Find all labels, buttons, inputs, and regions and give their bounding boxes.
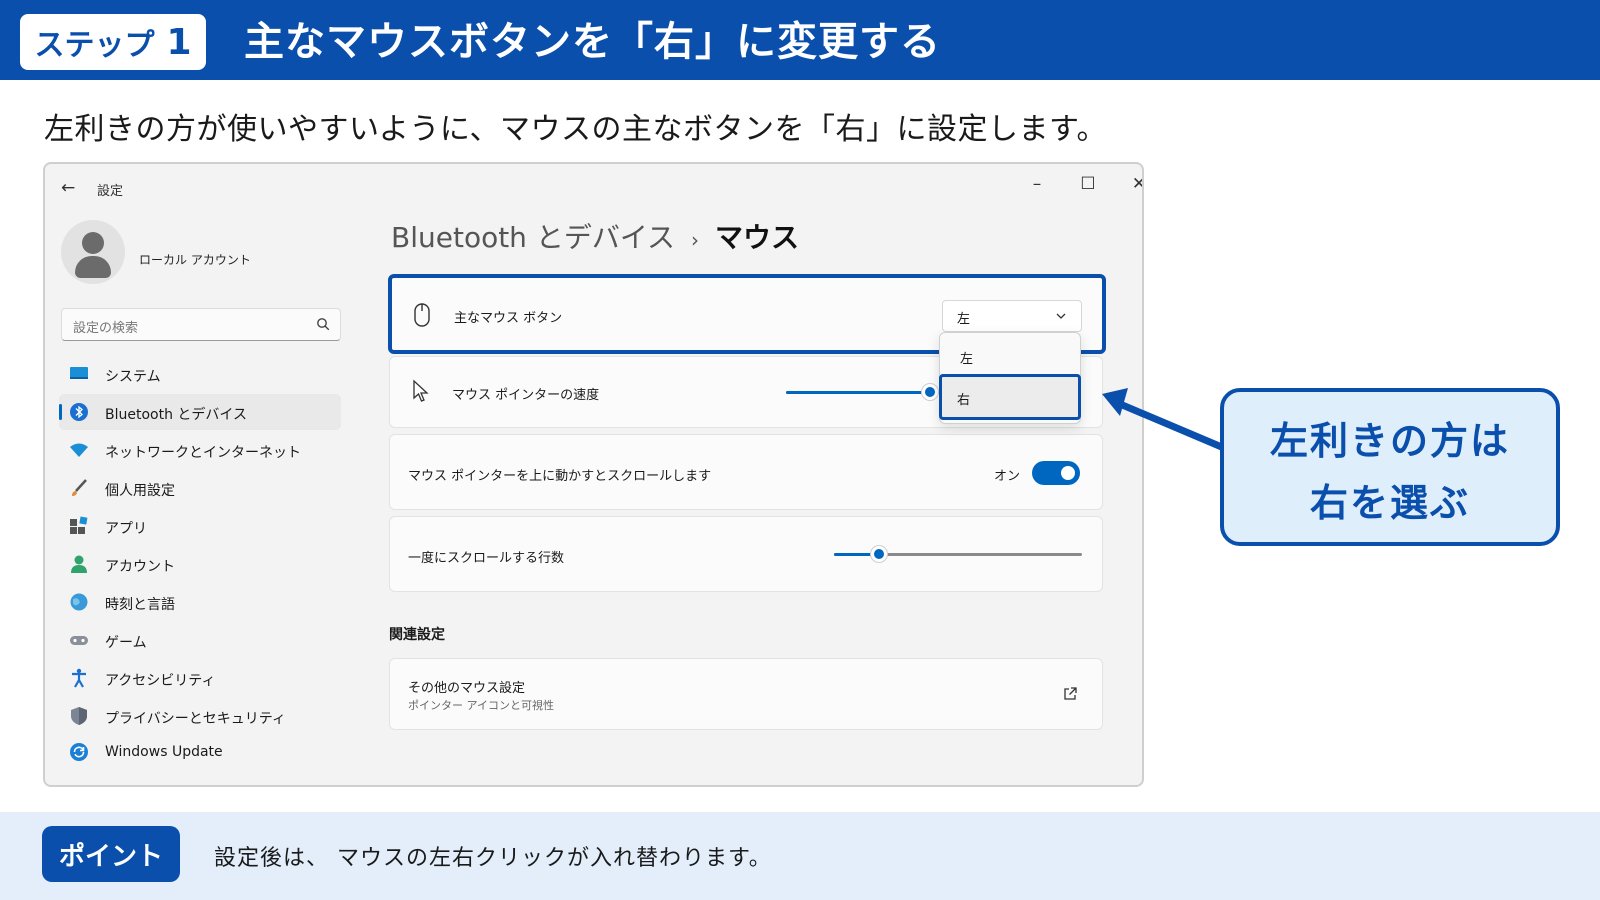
- sidebar-item-gaming[interactable]: ゲーム: [59, 622, 341, 658]
- scroll-lines-slider[interactable]: [871, 546, 887, 562]
- title-bar: ← 設定 – ☐ ✕: [45, 164, 1142, 212]
- pointer-speed-slider[interactable]: [922, 384, 938, 400]
- dropdown-value: 左: [957, 312, 971, 327]
- shield-icon: [71, 707, 87, 725]
- step-badge: ステップ 1: [20, 14, 206, 70]
- page-title: 主なマウスボタンを「右」に変更する: [244, 19, 941, 65]
- scroll-lines-card: 一度にスクロールする行数: [389, 516, 1103, 592]
- search-input[interactable]: 設定の検索: [61, 308, 341, 341]
- point-badge: ポイント: [42, 826, 180, 882]
- apps-icon: [70, 516, 88, 534]
- sidebar-item-apps[interactable]: アプリ: [59, 508, 341, 544]
- sidebar-item-label: Bluetooth とデバイス: [105, 407, 247, 423]
- sidebar-item-system[interactable]: システム: [59, 356, 341, 392]
- option-label: 左: [960, 352, 974, 367]
- callout-arrow: [1102, 388, 1226, 452]
- chevron-down-icon: [1056, 313, 1066, 319]
- intro-text: 左利きの方が使いやすいように、マウスの主なボタンを「右」に設定します。: [44, 112, 1107, 147]
- sidebar-item-label: アプリ: [105, 521, 147, 537]
- more-settings-label: その他のマウス設定: [408, 681, 526, 696]
- sidebar-item-personalization[interactable]: 個人用設定: [59, 470, 341, 506]
- settings-window: ← 設定 – ☐ ✕ ローカル アカウント 設定の検索 システム Bluetoo…: [43, 162, 1144, 787]
- breadcrumb: Bluetooth とデバイス › マウス: [391, 216, 799, 256]
- footer: ポイント 設定後は、 マウスの左右クリックが入れ替わります。: [0, 812, 1600, 900]
- scroll-inactive-toggle[interactable]: [1032, 461, 1080, 485]
- breadcrumb-parent[interactable]: Bluetooth とデバイス: [391, 221, 675, 254]
- sidebar-item-label: アカウント: [105, 559, 175, 575]
- toggle-state-label: オン: [994, 469, 1021, 484]
- scroll-lines-label: 一度にスクロールする行数: [408, 551, 565, 566]
- pointer-icon: [413, 379, 429, 402]
- account-name: ローカル アカウント: [139, 253, 251, 267]
- sidebar-item-privacy[interactable]: プライバシーとセキュリティ: [59, 698, 341, 734]
- mouse-icon: [414, 303, 430, 327]
- sidebar-item-accounts[interactable]: アカウント: [59, 546, 341, 582]
- close-button[interactable]: ✕: [1119, 170, 1142, 198]
- pointer-speed-label: マウス ポインターの速度: [452, 388, 600, 403]
- search-placeholder: 設定の検索: [73, 321, 139, 336]
- sidebar-item-bluetooth[interactable]: Bluetooth とデバイス: [59, 394, 341, 430]
- globe-icon: [70, 593, 88, 611]
- primary-button-dropdown[interactable]: 左: [942, 300, 1082, 332]
- sidebar-item-label: Windows Update: [105, 744, 223, 760]
- header-banner: ステップ 1 主なマウスボタンを「右」に変更する: [0, 0, 1600, 80]
- app-title: 設定: [97, 184, 124, 199]
- brush-icon: [72, 479, 87, 496]
- pointer-speed-fill: [786, 391, 930, 394]
- sidebar-item-label: ネットワークとインターネット: [105, 445, 301, 461]
- sidebar-item-label: 時刻と言語: [105, 597, 175, 613]
- search-icon: [317, 318, 330, 331]
- external-link-icon: [1064, 687, 1077, 700]
- step-number: 1: [166, 21, 192, 63]
- accessibility-icon: [72, 668, 86, 688]
- maximize-button[interactable]: ☐: [1068, 170, 1108, 198]
- active-indicator: [59, 404, 62, 420]
- scroll-inactive-label: マウス ポインターを上に動かすとスクロールします: [408, 469, 712, 484]
- sidebar-item-time-language[interactable]: 時刻と言語: [59, 584, 341, 620]
- sidebar-item-label: システム: [105, 369, 161, 385]
- update-icon: [70, 743, 88, 761]
- more-settings-sub: ポインター アイコンと可視性: [408, 699, 554, 712]
- callout-line-2: 右を選ぶ: [1309, 481, 1470, 525]
- avatar: [61, 220, 125, 284]
- minimize-button[interactable]: –: [1017, 170, 1057, 198]
- option-left[interactable]: 左: [944, 337, 1078, 375]
- wifi-icon: [70, 443, 88, 457]
- account-icon: [71, 555, 87, 573]
- scroll-inactive-card: マウス ポインターを上に動かすとスクロールします オン: [389, 434, 1103, 510]
- sidebar-item-label: アクセシビリティ: [105, 673, 216, 689]
- primary-button-label: 主なマウス ボタン: [454, 311, 563, 326]
- more-mouse-settings-card[interactable]: その他のマウス設定 ポインター アイコンと可視性: [389, 658, 1103, 730]
- callout-line-1: 左利きの方は: [1269, 419, 1510, 463]
- back-arrow-icon[interactable]: ←: [61, 178, 75, 198]
- breadcrumb-current: マウス: [715, 221, 800, 254]
- breadcrumb-separator: ›: [691, 228, 699, 252]
- callout-box: 左利きの方は 右を選ぶ: [1220, 388, 1560, 546]
- sidebar-item-windows-update[interactable]: Windows Update: [59, 734, 341, 770]
- sidebar-item-accessibility[interactable]: アクセシビリティ: [59, 660, 341, 696]
- gamepad-icon: [70, 636, 88, 645]
- sidebar-item-label: 個人用設定: [105, 483, 175, 499]
- bluetooth-icon: [70, 403, 88, 421]
- sidebar-item-label: プライバシーとセキュリティ: [105, 711, 286, 727]
- sidebar-item-network[interactable]: ネットワークとインターネット: [59, 432, 341, 468]
- step-label: ステップ: [34, 28, 155, 63]
- footer-text: 設定後は、 マウスの左右クリックが入れ替わります。: [214, 846, 772, 871]
- related-settings-title: 関連設定: [389, 627, 445, 643]
- system-icon: [70, 367, 88, 379]
- sidebar-item-label: ゲーム: [105, 635, 147, 651]
- option-right[interactable]: 右: [939, 374, 1081, 420]
- option-label: 右: [957, 393, 971, 408]
